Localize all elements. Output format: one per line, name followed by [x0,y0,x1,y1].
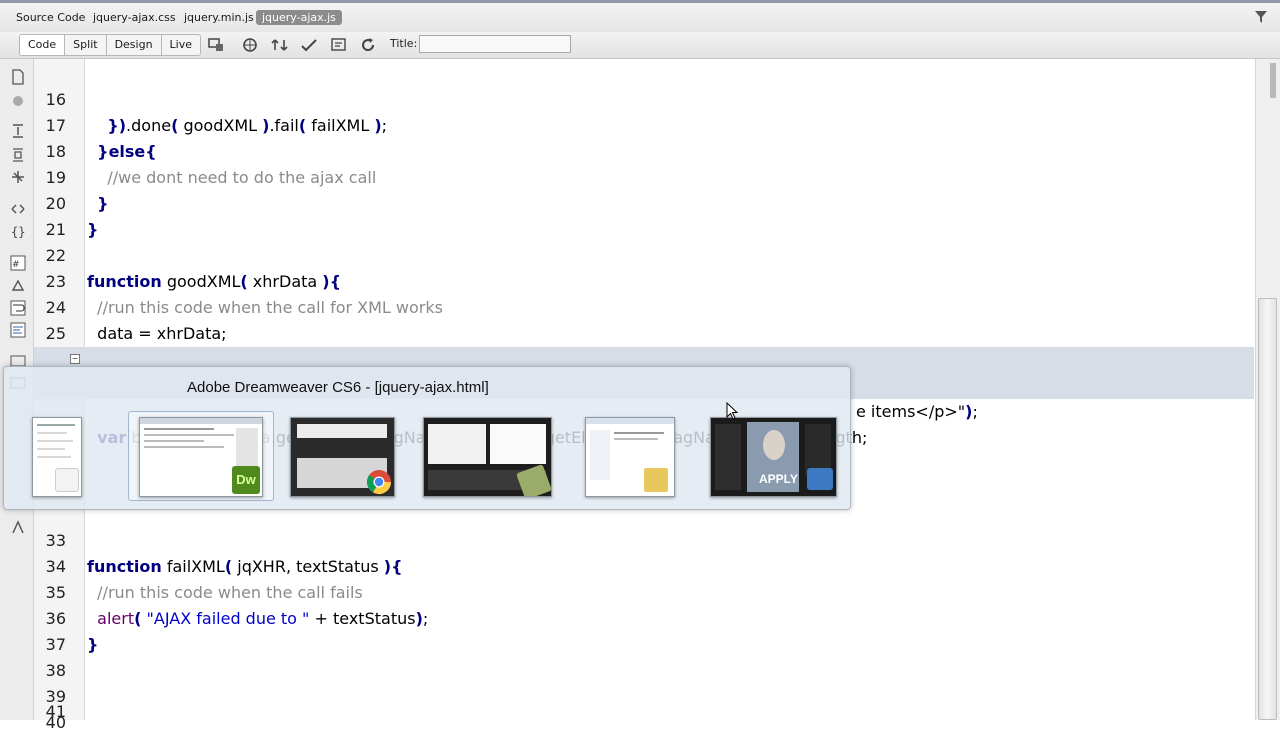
balance-braces-icon[interactable]: {} [10,223,26,239]
design-view-button[interactable]: Design [107,35,162,55]
code-line[interactable]: 20 } [34,165,1254,239]
code-line[interactable]: 38 [34,632,1254,680]
code-line[interactable]: 41 [34,704,1254,720]
window-thumbnail-image-editor[interactable]: APPLY [710,417,837,497]
fold-toggle-icon[interactable]: − [70,354,80,364]
svg-text:#: # [12,260,20,270]
code-line[interactable]: 23 //run this code when the call for XML… [34,243,1254,317]
view-switcher: Code Split Design Live [19,34,202,56]
apply-label: APPLY [759,472,798,486]
code-line[interactable]: 36 } [34,580,1254,654]
visual-aids-icon[interactable] [330,36,348,54]
filter-icon[interactable] [1254,10,1268,24]
document-toolbar: Code Split Design Live Title: [0,32,1280,59]
window-thumbnail-video-editor[interactable] [423,417,552,497]
split-view-button[interactable]: Split [65,35,107,55]
file-tab-css[interactable]: jquery-ajax.css [89,10,180,25]
select-parent-tag-icon[interactable] [10,201,26,217]
window-thumbnail-document[interactable] [32,417,82,497]
mouse-cursor-icon [726,402,738,420]
code-line[interactable]: 25 //version 1 - output the number of re… [34,295,1254,369]
svg-text:{}: {} [11,225,25,239]
line-numbers-icon[interactable]: # [10,255,26,271]
code-line[interactable]: 37 [34,606,1254,654]
code-line[interactable]: 16 }).done( goodXML ).fail( failXML ); [34,61,1254,135]
popup-window-title: Adobe Dreamweaver CS6 - [jquery-ajax.htm… [187,379,489,396]
scrollbar-thumb[interactable] [1258,298,1277,720]
preview-in-browser-icon[interactable] [241,36,259,54]
dreamweaver-icon: Dw [232,466,260,494]
file-tab-jquery-min[interactable]: jquery.min.js [180,10,258,25]
code-line[interactable]: 26 var redcount = data.getElementsTagNam… [34,321,1254,395]
check-browser-compatibility-icon[interactable] [300,36,318,54]
multiscreen-icon[interactable] [207,36,225,54]
scrollbar-arrow[interactable] [1270,63,1276,98]
open-documents-icon[interactable] [10,69,26,85]
collapse-full-tag-icon[interactable] [10,123,26,139]
code-text: e items</p>"); [856,402,978,421]
chrome-icon [366,470,391,495]
media-encoder-icon [516,464,551,496]
title-label: Title: [390,37,418,50]
taskbar-thumbnail-popup: Adobe Dreamweaver CS6 - [jquery-ajax.htm… [3,366,851,510]
file-tab-jquery-ajax-js[interactable]: jquery-ajax.js [256,10,342,25]
code-line[interactable]: 18 //we dont need to do the ajax call [34,113,1254,187]
code-line[interactable]: 17 }else{ [34,87,1254,161]
code-line[interactable]: 22 function goodXML( xhrData ){ [34,217,1254,291]
code-line[interactable]: 24 data = xhrData; [34,269,1254,343]
code-line[interactable]: 34 //run this code when the call fails [34,528,1254,602]
window-thumbnail-file-explorer[interactable] [585,417,675,497]
expand-all-icon[interactable] [10,169,26,185]
word-wrap-icon[interactable] [10,300,26,316]
code-line[interactable]: 19 } [34,139,1254,213]
show-code-navigator-icon[interactable] [10,93,26,109]
line-number: 41 [45,704,66,720]
syntax-coloring-icon[interactable] [10,322,26,338]
file-tab-source-code[interactable]: Source Code [12,10,89,25]
window-thumbnail-chrome[interactable] [290,417,395,497]
format-source-code-icon[interactable] [10,519,26,535]
monitor-icon [807,468,833,490]
code-line[interactable]: 35 alert( "AJAX failed due to " + textSt… [34,554,1254,628]
code-line[interactable]: 39 [34,658,1254,706]
window-top-border [0,0,1280,3]
folder-icon [644,468,668,492]
file-management-icon[interactable] [271,36,289,54]
window-thumbnail-dreamweaver[interactable]: Dw [139,417,263,497]
highlight-invalid-code-icon[interactable] [10,278,26,294]
collapse-selection-icon[interactable] [10,147,26,163]
refresh-icon[interactable] [359,36,377,54]
acrobat-icon [55,468,79,492]
live-view-button[interactable]: Live [162,35,200,55]
code-line[interactable]: 21 [34,191,1254,239]
title-input[interactable] [419,35,571,53]
related-files-bar: Source Code jquery-ajax.css jquery.min.j… [0,0,1280,33]
code-view-button[interactable]: Code [20,35,66,55]
